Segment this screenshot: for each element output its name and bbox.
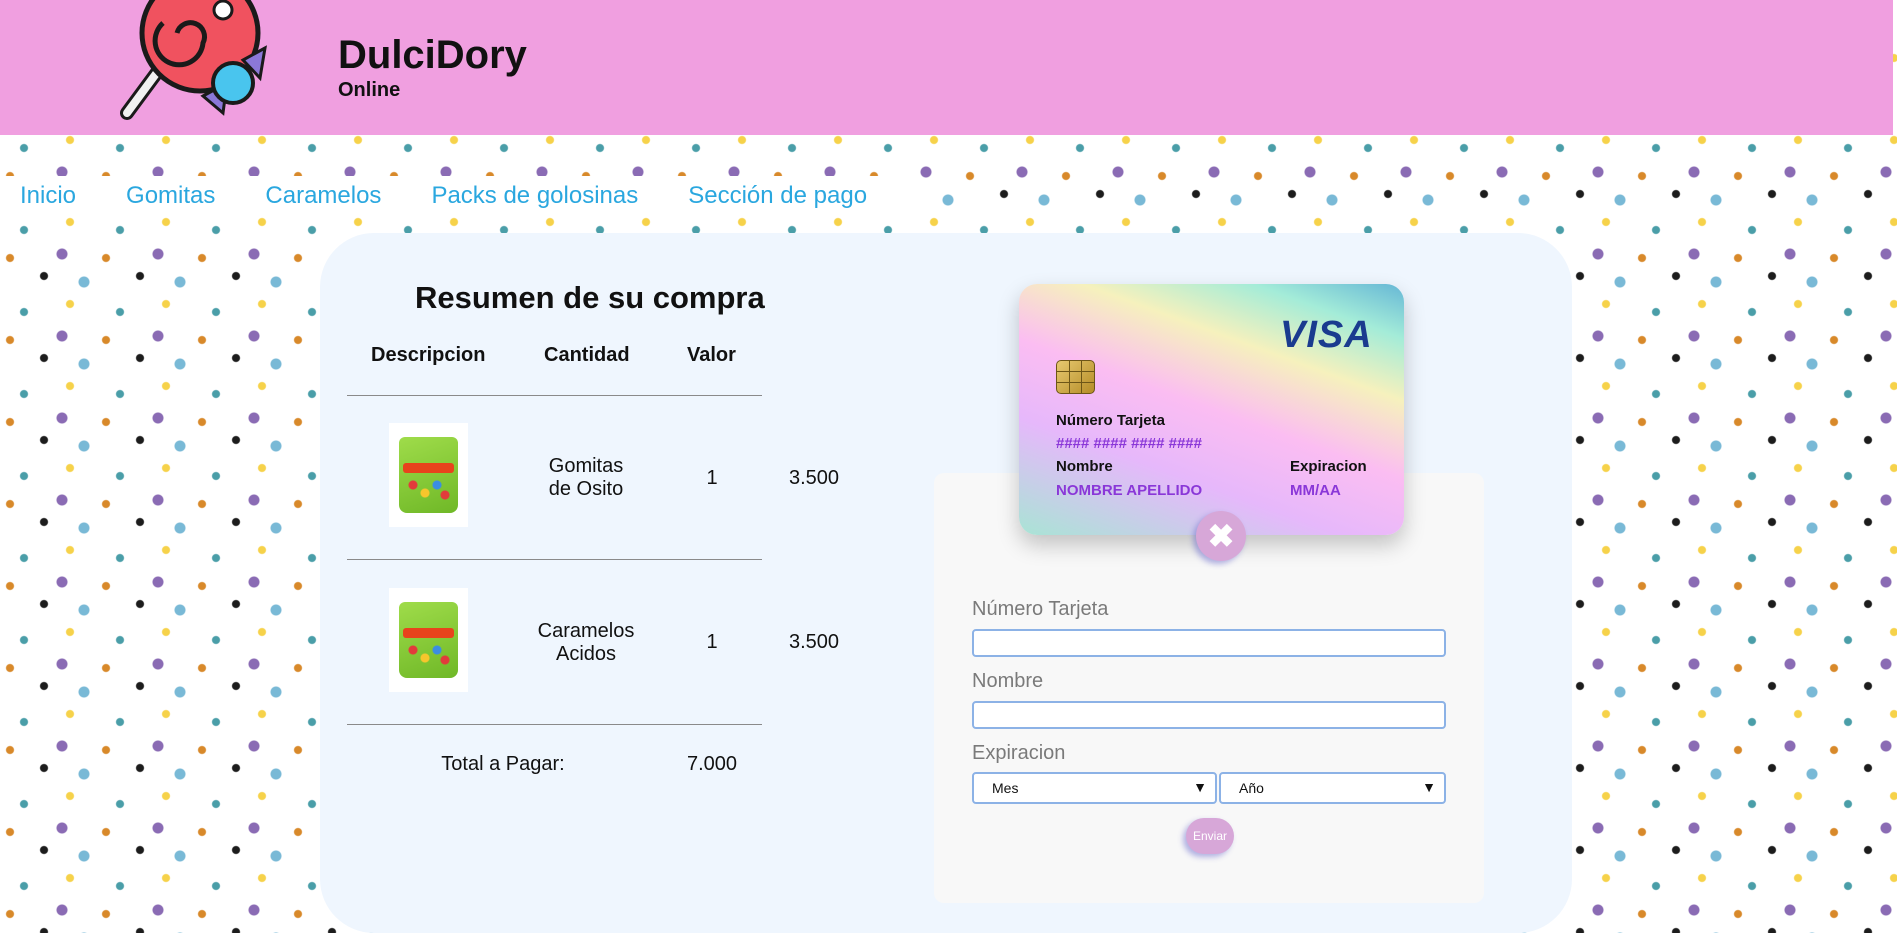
nav-item-gomitas[interactable]: Gomitas [126, 182, 215, 210]
card-name-label: Nombre [1056, 458, 1113, 475]
chevron-down-icon: ▼ [1193, 779, 1207, 795]
card-exp-label: Expiracion [1290, 458, 1367, 475]
brand-name: DulciDory [338, 33, 527, 77]
card-number-value: #### #### #### #### [1056, 435, 1202, 452]
year-select-value: Año [1239, 780, 1264, 796]
card-exp-value: MM/AA [1290, 482, 1341, 499]
submit-button[interactable]: Enviar [1186, 818, 1234, 854]
product-qty: 1 [706, 467, 718, 489]
chevron-down-icon: ▼ [1422, 779, 1436, 795]
month-select-value: Mes [992, 780, 1019, 796]
product-value: 3.500 [788, 631, 840, 653]
card-number-label: Número Tarjeta [1056, 412, 1165, 429]
card-chip-icon [1056, 360, 1095, 394]
visa-logo: VISA [1280, 314, 1373, 356]
card-number-input[interactable] [972, 629, 1446, 657]
header-valor: Valor [687, 344, 736, 366]
brand-subtitle: Online [338, 79, 401, 101]
summary-title: Resumen de su compra [415, 280, 765, 315]
total-value: 7.000 [686, 753, 738, 775]
exp-field-label: Expiracion [972, 742, 1066, 764]
divider [347, 395, 762, 396]
nav-item-inicio[interactable]: Inicio [20, 182, 76, 210]
lollipop-logo-icon [120, 0, 267, 120]
desc-line: Caramelos [537, 620, 635, 642]
product-desc-gomitas: Gomitas de Osito [526, 455, 646, 501]
divider [347, 724, 762, 725]
card-name-value: NOMBRE APELLIDO [1056, 482, 1203, 499]
desc-line: Gomitas [548, 455, 624, 477]
product-value: 3.500 [788, 467, 840, 489]
nav-item-packs[interactable]: Packs de golosinas [431, 182, 638, 210]
product-qty: 1 [706, 631, 718, 653]
desc-line: de Osito [548, 478, 624, 500]
header-descripcion: Descripcion [371, 344, 486, 366]
close-button[interactable]: ✖ [1196, 511, 1246, 561]
product-image-gomitas [389, 423, 468, 527]
product-desc-caramelos: Caramelos Acidos [526, 620, 646, 666]
main-nav: Inicio Gomitas Caramelos Packs de golosi… [0, 176, 922, 216]
total-label: Total a Pagar: [441, 753, 565, 775]
number-field-label: Número Tarjeta [972, 598, 1109, 620]
name-field-label: Nombre [972, 670, 1044, 692]
product-image-caramelos [389, 588, 468, 692]
site-header: DulciDory Online [0, 0, 1893, 135]
month-select[interactable]: Mes ▼ [972, 772, 1217, 804]
year-select[interactable]: Año ▼ [1219, 772, 1446, 804]
nav-item-pago[interactable]: Sección de pago [688, 182, 867, 210]
desc-line: Acidos [555, 643, 617, 665]
header-cantidad: Cantidad [544, 344, 630, 366]
divider [347, 559, 762, 560]
nav-item-caramelos[interactable]: Caramelos [265, 182, 381, 210]
card-name-input[interactable] [972, 701, 1446, 729]
